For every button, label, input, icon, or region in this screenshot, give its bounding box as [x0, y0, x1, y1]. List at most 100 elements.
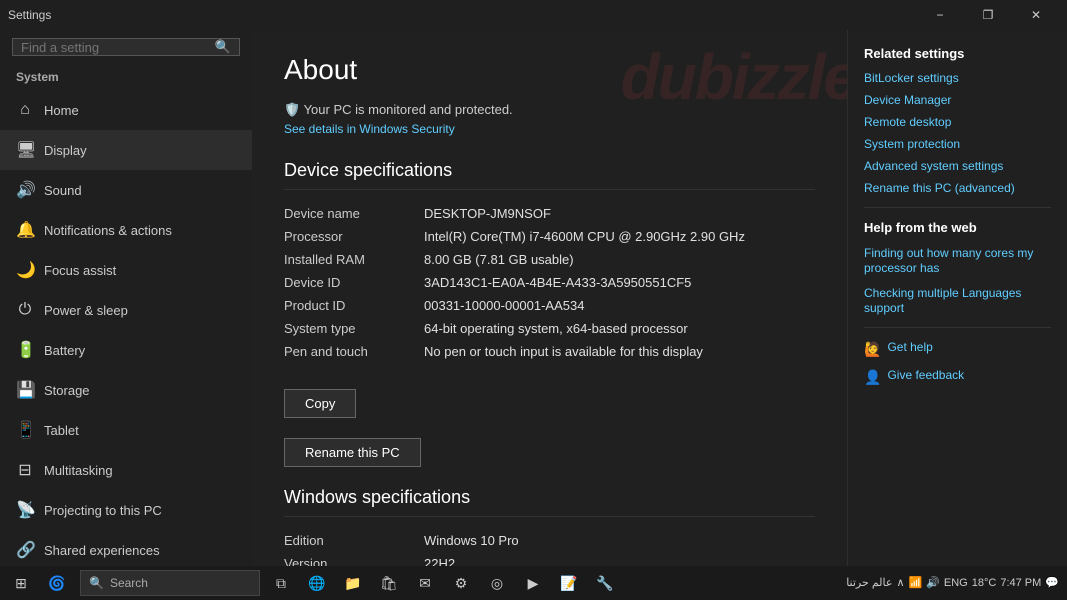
sidebar-item-shared[interactable]: 🔗 Shared experiences — [0, 530, 252, 566]
taskbar-left: ⊞ 🌀 🔍 Search — [4, 566, 260, 600]
related-link[interactable]: Advanced system settings — [864, 159, 1051, 173]
table-row: Pen and touch No pen or touch input is a… — [284, 340, 815, 363]
sidebar-item-tablet[interactable]: 📱 Tablet — [0, 410, 252, 450]
taskbar-middle: ⧉ 🌐 📁 🛍 ✉ ⚙ ◎ ▶ 📝 🔧 — [264, 566, 622, 600]
related-link[interactable]: Remote desktop — [864, 115, 1051, 129]
spec-value: 3AD143C1-EA0A-4B4E-A433-3A5950551CF5 — [424, 275, 815, 290]
windows-specs-heading: Windows specifications — [284, 487, 815, 517]
device-specs-heading: Device specifications — [284, 160, 815, 190]
chevron-icon: ∧ — [896, 576, 904, 589]
app-body: 🔍 System ⌂ Home 🖥 Display 🔊 Sound 🔔 Noti… — [0, 30, 1067, 566]
get-help-item[interactable]: 🙋 Get help — [864, 340, 1051, 358]
content-inner: About 🛡️ Your PC is monitored and protec… — [284, 54, 815, 566]
web-link-item[interactable]: Checking multiple Languages support — [864, 285, 1051, 315]
sidebar-label-projecting: Projecting to this PC — [44, 503, 162, 518]
sidebar-icon-battery: 🔋 — [16, 340, 34, 360]
sidebar-item-focus[interactable]: 🌙 Focus assist — [0, 250, 252, 290]
lang-label: ENG — [944, 577, 968, 589]
sidebar-icon-multitasking: ⊟ — [16, 460, 34, 480]
sidebar-label-storage: Storage — [44, 383, 90, 398]
web-links-container: Finding out how many cores my processor … — [864, 245, 1051, 315]
feedback-icon: 👤 — [864, 369, 881, 386]
sidebar-icon-focus: 🌙 — [16, 260, 34, 280]
sidebar-label-shared: Shared experiences — [44, 543, 160, 558]
taskbar-right: عالم حرتنا ∧ 📶 🔊 ENG 18°C 7:47 PM 💬 — [846, 576, 1063, 590]
sidebar-item-storage[interactable]: 💾 Storage — [0, 370, 252, 410]
arabic-text: عالم حرتنا — [846, 576, 892, 589]
cortana-button[interactable]: 🌀 — [40, 566, 74, 600]
sidebar-item-power[interactable]: ⏻ Power & sleep — [0, 290, 252, 330]
app3-button[interactable]: 🔧 — [588, 566, 622, 600]
table-row: Device ID 3AD143C1-EA0A-4B4E-A433-3A5950… — [284, 271, 815, 294]
sidebar-label-multitasking: Multitasking — [44, 463, 113, 478]
main-content: dubizzle About 🛡️ Your PC is monitored a… — [252, 30, 847, 566]
edge-button[interactable]: 🌐 — [300, 566, 334, 600]
spec-label: Processor — [284, 229, 424, 244]
sidebar-item-multitasking[interactable]: ⊟ Multitasking — [0, 450, 252, 490]
table-row: Processor Intel(R) Core(TM) i7-4600M CPU… — [284, 225, 815, 248]
start-button[interactable]: ⊞ — [4, 566, 38, 600]
rename-button[interactable]: Rename this PC — [284, 438, 421, 467]
sidebar-item-display[interactable]: 🖥 Display — [0, 130, 252, 170]
search-input[interactable] — [21, 40, 211, 55]
spec-label: Device name — [284, 206, 424, 221]
taskbar-search[interactable]: 🔍 Search — [80, 570, 260, 596]
get-help-icon: 🙋 — [864, 341, 881, 358]
spec-value: No pen or touch input is available for t… — [424, 344, 815, 359]
temp-label: 18°C — [972, 577, 997, 589]
give-feedback-item[interactable]: 👤 Give feedback — [864, 368, 1051, 386]
get-help-link[interactable]: Get help — [887, 340, 932, 354]
sidebar-item-notifications[interactable]: 🔔 Notifications & actions — [0, 210, 252, 250]
sidebar-icon-power: ⏻ — [16, 301, 34, 319]
search-icon: 🔍 — [215, 39, 231, 55]
window-title: Settings — [8, 8, 51, 22]
taskview-button[interactable]: ⧉ — [264, 566, 298, 600]
spec-label: Edition — [284, 533, 424, 548]
sidebar-item-battery[interactable]: 🔋 Battery — [0, 330, 252, 370]
related-link[interactable]: Device Manager — [864, 93, 1051, 107]
maximize-button[interactable]: ❐ — [965, 0, 1011, 30]
sidebar-label-battery: Battery — [44, 343, 85, 358]
rename-btn-wrap: Rename this PC — [284, 426, 815, 467]
explorer-button[interactable]: 📁 — [336, 566, 370, 600]
sidebar-icon-storage: 💾 — [16, 380, 34, 400]
store-button[interactable]: 🛍 — [372, 566, 406, 600]
mail-button[interactable]: ✉ — [408, 566, 442, 600]
sidebar-label-notifications: Notifications & actions — [44, 223, 172, 238]
web-heading: Help from the web — [864, 220, 1051, 235]
close-button[interactable]: ✕ — [1013, 0, 1059, 30]
sidebar-item-projecting[interactable]: 📡 Projecting to this PC — [0, 490, 252, 530]
related-link[interactable]: System protection — [864, 137, 1051, 151]
security-link[interactable]: See details in Windows Security — [284, 122, 815, 136]
spec-label: Pen and touch — [284, 344, 424, 359]
spec-value: 8.00 GB (7.81 GB usable) — [424, 252, 815, 267]
sidebar-icon-notifications: 🔔 — [16, 220, 34, 240]
copy-button[interactable]: Copy — [284, 389, 356, 418]
action-buttons: Copy — [284, 377, 815, 418]
device-specs-table: Device name DESKTOP-JM9NSOF Processor In… — [284, 202, 815, 363]
give-feedback-link[interactable]: Give feedback — [887, 368, 964, 382]
settings-btn2[interactable]: ⚙ — [444, 566, 478, 600]
shield-icon: 🛡️ — [284, 102, 304, 117]
spec-label: Device ID — [284, 275, 424, 290]
table-row: Edition Windows 10 Pro — [284, 529, 815, 552]
spec-value: Intel(R) Core(TM) i7-4600M CPU @ 2.90GHz… — [424, 229, 815, 244]
sidebar-item-sound[interactable]: 🔊 Sound — [0, 170, 252, 210]
web-link-item[interactable]: Finding out how many cores my processor … — [864, 245, 1051, 275]
table-row: Device name DESKTOP-JM9NSOF — [284, 202, 815, 225]
related-settings-heading: Related settings — [864, 46, 1051, 61]
app2-button[interactable]: 📝 — [552, 566, 586, 600]
windows-specs-table: Edition Windows 10 Pro Version 22H2 Inst… — [284, 529, 815, 566]
taskbar-search-icon: 🔍 — [89, 576, 104, 590]
chrome-button[interactable]: ◎ — [480, 566, 514, 600]
related-link[interactable]: BitLocker settings — [864, 71, 1051, 85]
related-link[interactable]: Rename this PC (advanced) — [864, 181, 1051, 195]
app1-button[interactable]: ▶ — [516, 566, 550, 600]
spec-value: 64-bit operating system, x64-based proce… — [424, 321, 815, 336]
web-link-text: Finding out how many cores my processor … — [864, 246, 1033, 275]
search-box[interactable]: 🔍 — [12, 38, 240, 56]
spec-label: Installed RAM — [284, 252, 424, 267]
minimize-button[interactable]: − — [917, 0, 963, 30]
sidebar-item-home[interactable]: ⌂ Home — [0, 90, 252, 130]
sidebar-label-tablet: Tablet — [44, 423, 79, 438]
